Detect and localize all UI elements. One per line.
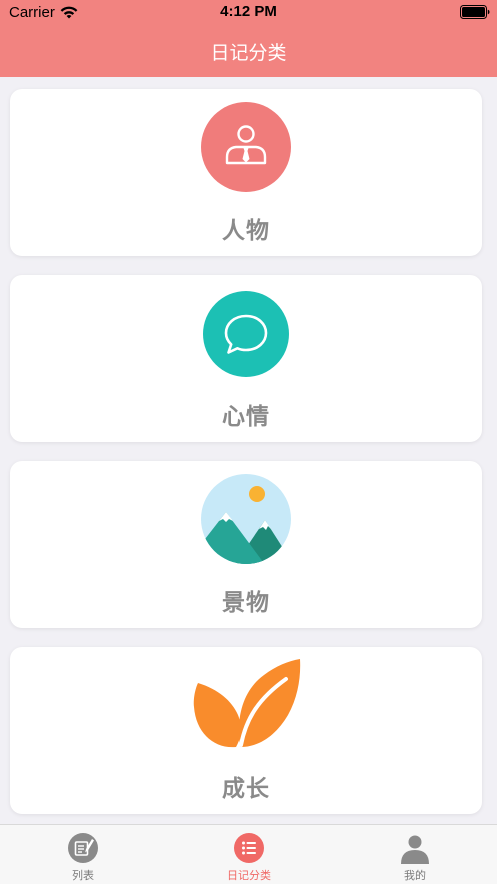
battery-icon [460,5,490,19]
tab-label: 我的 [404,869,426,882]
user-icon [401,835,429,864]
category-card-growth[interactable]: 成长 [10,647,482,814]
category-label: 景物 [222,590,270,616]
tab-diary-categories[interactable]: 日记分类 [166,825,332,884]
category-card-scenery[interactable]: 景物 [10,461,482,628]
person-tie-icon [201,102,291,192]
category-card-people[interactable]: 人物 [10,89,482,256]
category-label: 心情 [222,404,270,430]
tab-list[interactable]: 列表 [0,825,166,884]
chat-bubble-icon [203,291,289,377]
leaf-icon [193,659,301,748]
category-label: 成长 [222,776,270,802]
status-time: 4:12 PM [220,3,277,20]
tab-profile[interactable]: 我的 [332,825,497,884]
list-icon [234,833,264,863]
notebook-pen-icon [68,833,98,863]
tab-bar: 列表 日记分类 我的 [0,824,497,884]
mountain-sun-icon [201,474,291,564]
navigation-header: Carrier 4:12 PM 日记分类 [0,0,497,77]
category-card-mood[interactable]: 心情 [10,275,482,442]
status-bar: Carrier 4:12 PM [0,0,497,26]
page-title: 日记分类 [210,42,287,64]
tab-label: 列表 [72,869,94,882]
tab-label: 日记分类 [227,869,271,882]
category-label: 人物 [222,218,270,244]
